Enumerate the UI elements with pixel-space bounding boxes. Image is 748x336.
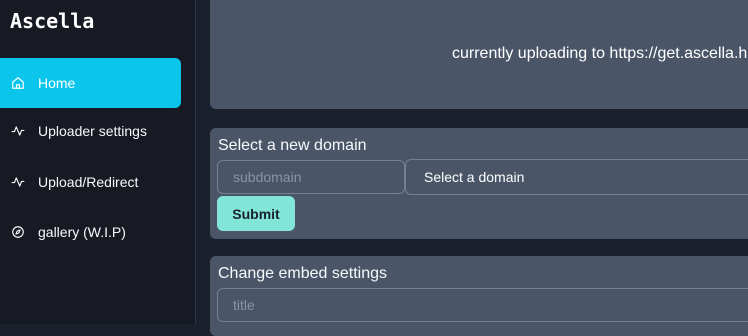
domain-card: Select a new domain Select a domain Subm… (210, 128, 748, 239)
embed-card: Change embed settings (210, 256, 748, 336)
domain-select-value: Select a domain (424, 169, 525, 185)
sidebar-item-home[interactable]: Home (0, 58, 181, 108)
sidebar-item-label: Home (38, 75, 76, 91)
sidebar-item-label: Uploader settings (38, 123, 147, 139)
sidebar-item-label: gallery (W.I.P) (38, 224, 126, 240)
home-icon (10, 75, 26, 91)
upload-status-text: currently uploading to https://get.ascel… (452, 45, 748, 62)
app-brand: Ascella (10, 9, 95, 33)
submit-button[interactable]: Submit (217, 196, 295, 231)
sidebar: Ascella Home Uploader settings Upload/Re… (0, 0, 196, 324)
compass-icon (10, 224, 26, 240)
activity-icon (10, 123, 26, 139)
subdomain-input[interactable] (217, 160, 405, 194)
domain-card-title: Select a new domain (218, 137, 367, 154)
domain-select[interactable]: Select a domain (405, 159, 748, 195)
embed-card-title: Change embed settings (218, 265, 387, 282)
sidebar-item-gallery[interactable]: gallery (W.I.P) (0, 207, 181, 257)
sidebar-item-label: Upload/Redirect (38, 174, 139, 190)
sidebar-item-upload-redirect[interactable]: Upload/Redirect (0, 157, 181, 207)
sidebar-item-uploader-settings[interactable]: Uploader settings (0, 106, 181, 156)
upload-status-card: currently uploading to https://get.ascel… (210, 0, 748, 109)
activity-icon (10, 174, 26, 190)
embed-title-input[interactable] (217, 288, 748, 322)
